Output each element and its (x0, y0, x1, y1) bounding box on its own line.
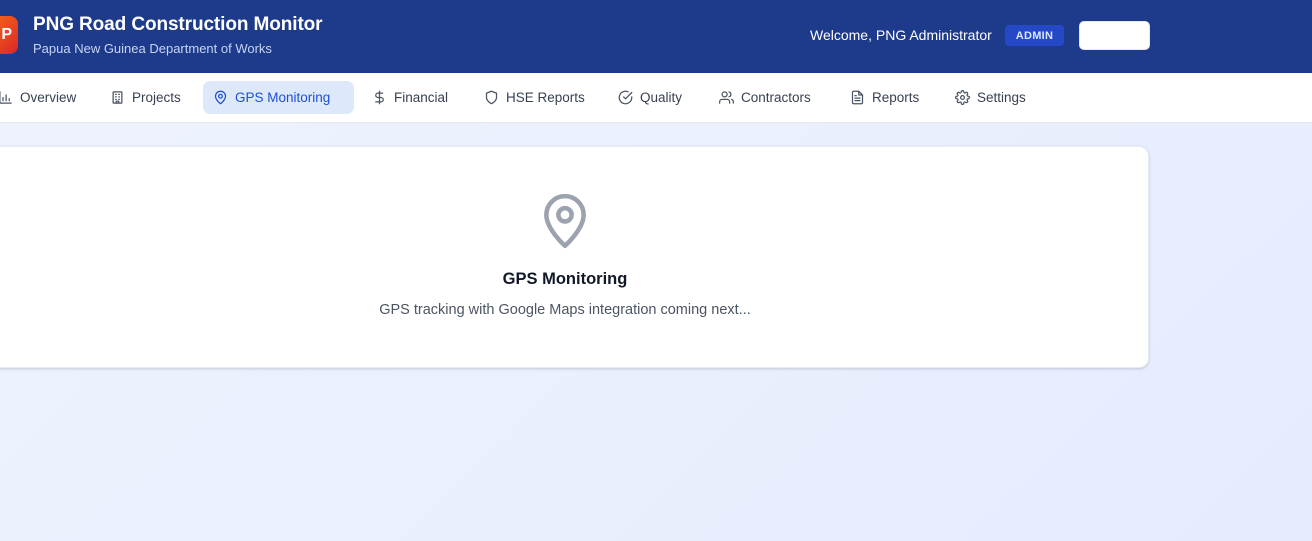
tab-quality[interactable]: Quality (608, 81, 692, 114)
welcome-message: Welcome, PNG Administrator (810, 27, 992, 43)
app-logo: P (0, 16, 18, 54)
tab-label: Reports (872, 90, 920, 105)
tab-financial[interactable]: Financial (362, 81, 458, 114)
tab-overview[interactable]: Overview (0, 81, 86, 114)
tab-gps-monitoring[interactable]: GPS Monitoring (203, 81, 354, 114)
building-icon (112, 91, 123, 104)
file-text-icon (851, 90, 864, 105)
header-action-button[interactable] (1079, 21, 1150, 50)
tab-hse-reports[interactable]: HSE Reports (474, 81, 595, 114)
role-badge: ADMIN (1005, 25, 1064, 46)
tab-label: Overview (20, 90, 77, 105)
gps-placeholder-card (0, 146, 1149, 368)
tab-label: HSE Reports (506, 90, 585, 105)
app-logo-text: P (1, 26, 12, 43)
tab-projects[interactable]: Projects (100, 81, 191, 114)
placeholder-message: GPS tracking with Google Maps integratio… (379, 302, 751, 318)
tab-settings[interactable]: Settings (945, 81, 1036, 114)
map-pin-icon (544, 193, 586, 249)
shield-icon (485, 90, 498, 105)
tab-label: Projects (132, 90, 181, 105)
bar-chart-icon (0, 91, 12, 104)
tab-label: Quality (640, 90, 683, 105)
app-title: PNG Road Construction Monitor (33, 14, 323, 35)
gear-icon (955, 90, 970, 105)
tab-reports[interactable]: Reports (840, 81, 929, 114)
app-header: P PNG Road Construction Monitor Papua Ne… (0, 0, 1312, 73)
users-icon (719, 91, 734, 104)
tab-label: Settings (977, 90, 1026, 105)
tab-label: Financial (394, 90, 449, 105)
app-subtitle: Papua New Guinea Department of Works (33, 41, 272, 56)
tab-contractors[interactable]: Contractors (709, 81, 821, 114)
dollar-icon (375, 90, 384, 105)
check-circle-icon (618, 90, 633, 105)
map-pin-icon (214, 90, 227, 105)
tab-label: Contractors (741, 90, 811, 105)
main-navigation: Overview Projects GPS Monitoring Financi… (0, 73, 1312, 123)
tab-label: GPS Monitoring (235, 90, 331, 105)
placeholder-title: GPS Monitoring (502, 270, 628, 288)
